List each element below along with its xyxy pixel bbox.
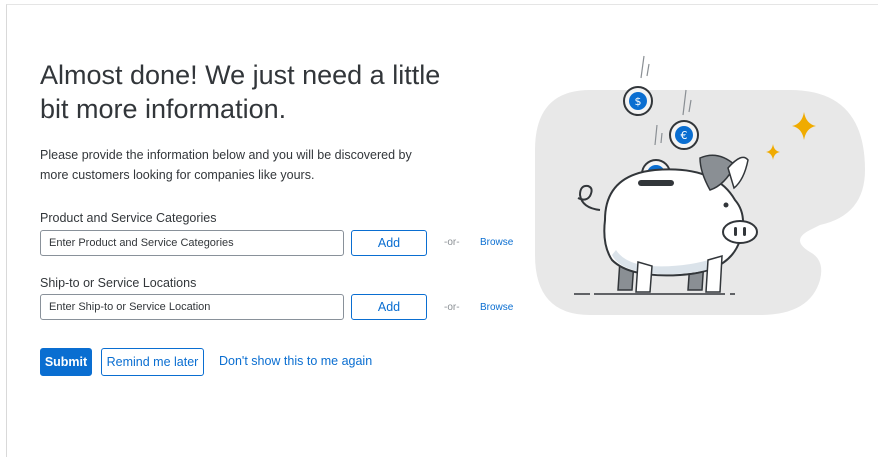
categories-label: Product and Service Categories [40, 211, 217, 225]
browse-locations-link[interactable]: Browse [480, 302, 513, 313]
locations-label: Ship-to or Service Locations [40, 276, 197, 290]
remind-later-button[interactable]: Remind me later [101, 348, 204, 376]
dont-show-again-link[interactable]: Don't show this to me again [219, 354, 372, 368]
page-heading: Almost done! We just need a little bit m… [40, 60, 441, 124]
piggy-bank-illustration: $ € ¥ [535, 55, 865, 315]
page-description: Please provide the information below and… [40, 148, 412, 182]
svg-text:€: € [681, 129, 688, 142]
submit-button[interactable]: Submit [40, 348, 92, 376]
locations-input[interactable] [40, 294, 344, 320]
svg-text:$: $ [635, 95, 642, 108]
dollar-coin-icon: $ [623, 86, 653, 116]
categories-input[interactable] [40, 230, 344, 256]
euro-coin-icon: € [669, 120, 699, 150]
browse-categories-link[interactable]: Browse [480, 237, 513, 248]
add-category-button[interactable]: Add [351, 230, 427, 256]
locations-or-text: -or- [444, 302, 460, 313]
add-location-button[interactable]: Add [351, 294, 427, 320]
categories-or-text: -or- [444, 237, 460, 248]
